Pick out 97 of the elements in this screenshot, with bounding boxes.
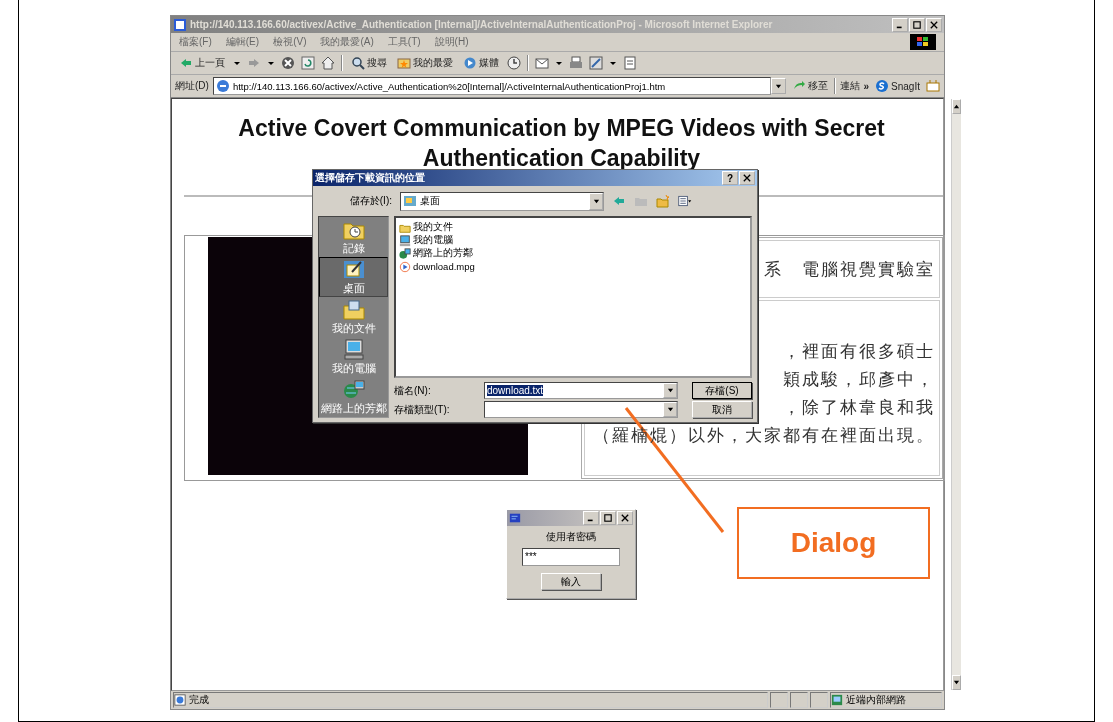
places-item[interactable]: 我的文件 <box>319 297 388 337</box>
callout-label: Dialog <box>737 507 930 579</box>
scroll-down-icon[interactable] <box>953 679 960 686</box>
submit-button[interactable]: 輸入 <box>541 573 601 590</box>
flag-logo-icon <box>910 34 936 50</box>
stop-icon[interactable] <box>281 56 295 70</box>
computer-icon <box>341 338 366 362</box>
caret-icon[interactable] <box>666 406 674 413</box>
menu-item[interactable]: 檔案(F) <box>179 35 212 49</box>
address-field[interactable]: http://140.113.166.60/activex/Active_Authentication%20[Internal]/ActiveInternalAuthenticationProj1.htm <box>212 77 771 95</box>
paragraph-line: 穎成駿，邱彥中， <box>783 368 935 391</box>
save-in-label: 儲存於(I): <box>348 194 392 208</box>
close-button[interactable] <box>926 17 942 32</box>
close-button[interactable] <box>617 511 633 525</box>
caret-icon[interactable] <box>609 59 617 67</box>
page-heading: Active Covert Communication by MPEG Videos with Secret Authentication Capability <box>237 114 886 172</box>
maximize-icon <box>913 20 921 29</box>
more-chevron[interactable]: » <box>863 80 870 92</box>
page-icon <box>215 79 230 93</box>
scroll-up-icon[interactable] <box>953 103 960 110</box>
refresh-icon[interactable] <box>301 56 315 70</box>
paragraph-line: ，除了林韋良和我 <box>783 396 935 419</box>
caret-icon[interactable] <box>267 59 275 67</box>
maximize-icon <box>604 514 612 522</box>
intranet-icon <box>831 694 843 706</box>
home-icon[interactable] <box>321 56 335 70</box>
desktop-icon <box>403 194 417 208</box>
document-icon[interactable] <box>623 56 637 70</box>
snagit-button[interactable]: SnagIt <box>873 79 922 93</box>
caret-icon[interactable] <box>592 197 600 205</box>
save-in-dropdown[interactable]: 桌面 <box>400 191 604 211</box>
s-logo-icon <box>875 79 890 93</box>
status-text: 完成 <box>189 693 209 707</box>
file-item[interactable]: 網路上的芳鄰 <box>399 247 747 260</box>
app-icon <box>509 512 521 524</box>
close-icon <box>743 174 751 182</box>
back-arrow-icon <box>179 56 193 70</box>
file-type-label: 存檔類型(T): <box>394 402 451 417</box>
edit-icon[interactable] <box>589 56 603 70</box>
caret-icon[interactable] <box>666 387 674 394</box>
filename-label: 檔名(N): <box>394 383 432 398</box>
menu-item[interactable]: 檢視(V) <box>273 35 307 49</box>
favorites-button[interactable]: 我的最愛 <box>395 56 455 70</box>
go-button[interactable]: 移至 <box>789 79 830 93</box>
url-text: http://140.113.166.60/activex/Active_Authentication%20[Internal]/ActiveInternalAuthenticationProj1.htm <box>232 80 666 92</box>
file-item[interactable]: download.mpg <box>399 260 747 273</box>
print-icon[interactable] <box>569 56 583 70</box>
menu-item[interactable]: 工具(T) <box>387 35 421 49</box>
close-button[interactable] <box>739 171 755 185</box>
lab-name: 系 電腦視覺實驗室 <box>764 257 935 281</box>
minimize-button[interactable] <box>583 511 599 525</box>
caret-icon <box>774 82 782 90</box>
media-button[interactable]: 媒體 <box>461 56 501 70</box>
caret-icon[interactable] <box>233 59 241 67</box>
page-icon <box>174 694 186 706</box>
view-menu-icon[interactable] <box>678 194 692 208</box>
network-icon <box>399 247 411 260</box>
menu-item[interactable]: 編輯(E) <box>225 35 260 49</box>
computer-icon <box>399 234 411 247</box>
menu-item[interactable]: 我的最愛(A) <box>320 35 374 49</box>
minimize-button[interactable] <box>892 17 908 32</box>
file-item[interactable]: 我的文件 <box>399 221 747 234</box>
places-item[interactable]: 網路上的芳鄰 <box>319 377 388 417</box>
places-item[interactable]: 我的電腦 <box>319 337 388 377</box>
mail-icon[interactable] <box>535 56 549 70</box>
password-label: 使用者密碼 <box>546 530 596 544</box>
folder-icon <box>341 298 366 322</box>
zone-text: 近端內部網路 <box>846 693 906 707</box>
file-item[interactable]: 我的電腦 <box>399 234 747 247</box>
places-item[interactable]: 記錄 <box>319 217 388 257</box>
close-icon <box>930 20 938 29</box>
links-label[interactable]: 連結 <box>839 79 860 93</box>
help-button[interactable]: ? <box>722 171 738 185</box>
search-icon <box>351 56 365 70</box>
maximize-button[interactable] <box>600 511 616 525</box>
star-folder-icon <box>397 56 411 70</box>
menu-item[interactable]: 說明(H) <box>434 35 469 49</box>
save-button[interactable]: 存檔(S) <box>692 382 752 399</box>
password-field[interactable]: *** <box>522 548 620 566</box>
video-file-icon <box>399 260 411 273</box>
address-label: 網址(D) <box>175 79 209 93</box>
tray-icon[interactable] <box>926 79 940 93</box>
page-icon <box>173 17 187 32</box>
places-item[interactable]: 桌面 <box>319 257 388 297</box>
file-type-dropdown[interactable] <box>484 401 678 418</box>
filename-field[interactable]: download.txt <box>484 382 678 399</box>
close-icon <box>621 514 629 522</box>
back-button[interactable]: 上一頁 <box>177 56 227 70</box>
cancel-button[interactable]: 取消 <box>692 401 752 418</box>
history-icon[interactable] <box>507 56 521 70</box>
search-button[interactable]: 搜尋 <box>349 56 389 70</box>
maximize-button[interactable] <box>909 17 925 32</box>
dialog-title: 選擇儲存下載資訊的位置 <box>315 171 426 185</box>
caret-icon[interactable] <box>555 59 563 67</box>
scrollbar[interactable] <box>951 99 961 690</box>
paragraph-line: ，裡面有很多碩士 <box>783 340 935 363</box>
play-icon <box>463 56 477 70</box>
